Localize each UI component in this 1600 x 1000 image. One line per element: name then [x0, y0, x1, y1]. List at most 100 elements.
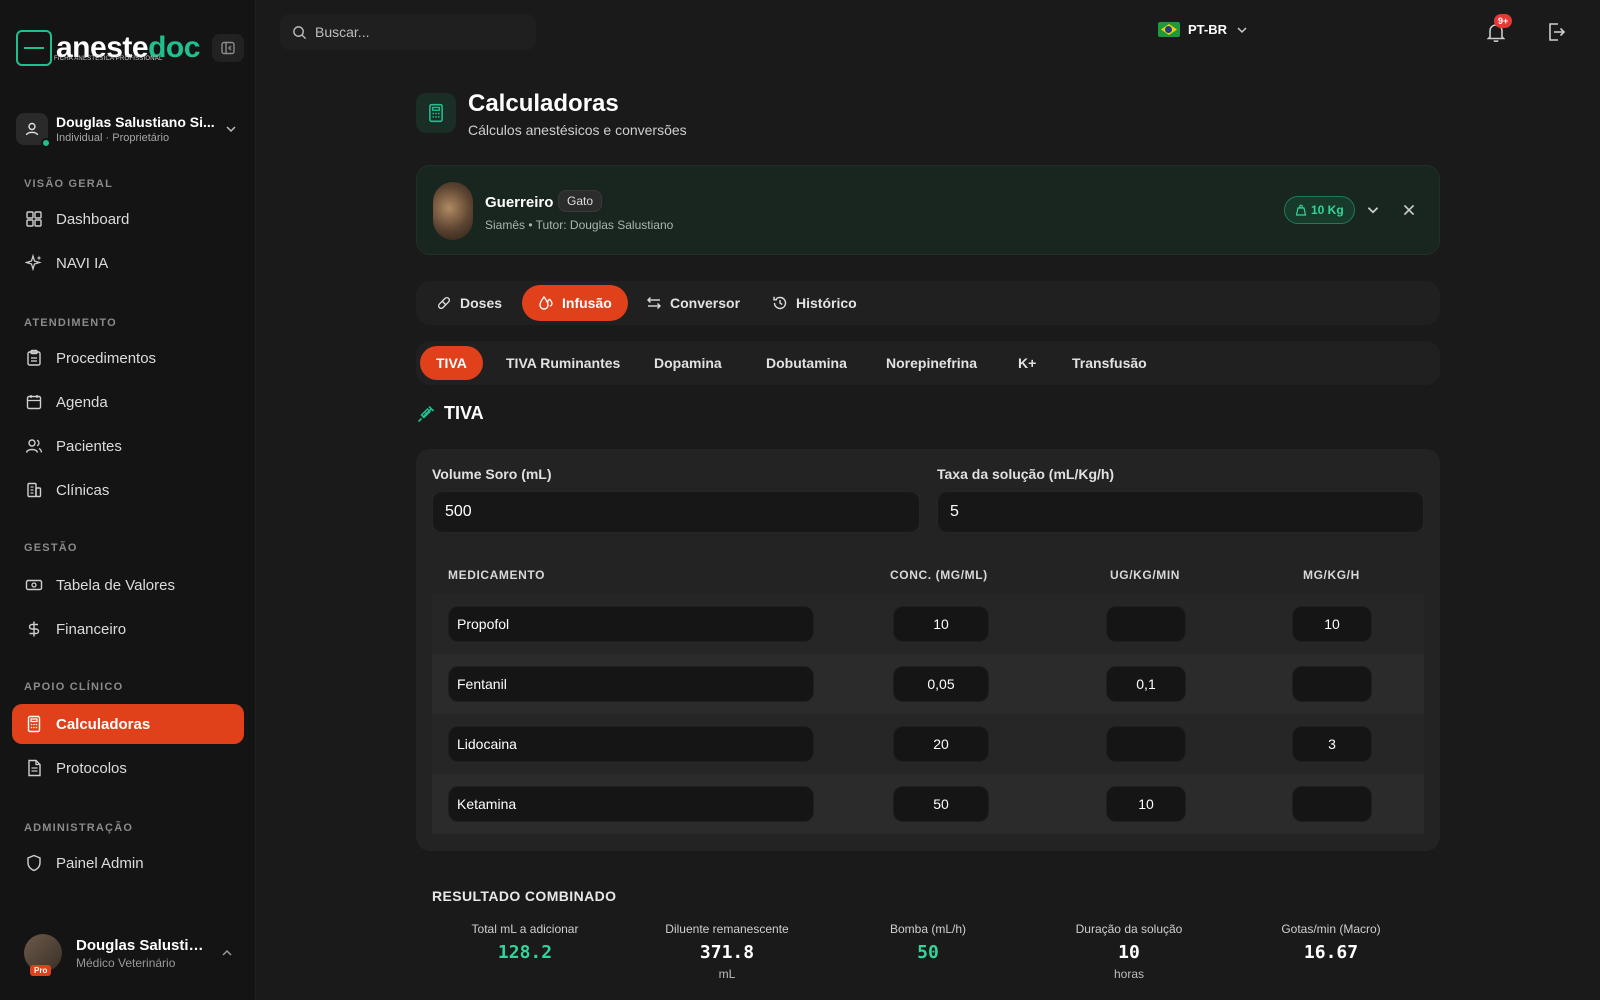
- rate-input[interactable]: 5: [937, 491, 1424, 533]
- collapse-sidebar-button[interactable]: [212, 34, 244, 62]
- banknote-icon: [24, 575, 44, 595]
- result-value: 10: [1118, 942, 1140, 963]
- shield-icon: [24, 853, 44, 873]
- logo-mark-icon: [16, 30, 52, 66]
- building-icon: [24, 480, 44, 500]
- chevron-up-icon: [222, 949, 232, 956]
- sidebar-item-protocolos[interactable]: Protocolos: [12, 748, 244, 788]
- user-role: Individual · Proprietário: [56, 132, 170, 144]
- tab-norepinefrina[interactable]: Norepinefrina: [870, 346, 993, 380]
- mgkgh-input[interactable]: 3: [1292, 726, 1372, 762]
- tab-dobutamina[interactable]: Dobutamina: [750, 346, 863, 380]
- weight-badge[interactable]: 10 Kg: [1284, 196, 1355, 224]
- tab-conversor[interactable]: Conversor: [630, 285, 756, 321]
- logout-icon[interactable]: [1544, 20, 1568, 44]
- sidebar-item-tabela-de-valores[interactable]: Tabela de Valores: [12, 565, 244, 605]
- concentration-input[interactable]: 50: [893, 786, 989, 822]
- calculator-icon: [429, 103, 443, 123]
- arrows-icon: [646, 295, 662, 311]
- tab-dopamina[interactable]: Dopamina: [638, 346, 738, 380]
- tab-label: Conversor: [670, 295, 741, 311]
- patient-details: Siamês • Tutor: Douglas Salustiano: [485, 218, 674, 232]
- medication-input[interactable]: Propofol: [448, 606, 814, 642]
- tab-label: Histórico: [796, 295, 857, 311]
- sidebar-item-agenda[interactable]: Agenda: [12, 382, 244, 422]
- search-input[interactable]: [315, 24, 515, 40]
- users-icon: [24, 436, 44, 456]
- mgkgh-input[interactable]: [1292, 786, 1372, 822]
- concentration-input[interactable]: 0,05: [893, 666, 989, 702]
- nav-section-apoio-clinico: APOIO CLÍNICO: [24, 681, 124, 693]
- sidebar-item-label: Procedimentos: [56, 349, 157, 367]
- tab-infusao[interactable]: Infusão: [522, 285, 628, 321]
- language-selector[interactable]: PT-BR: [1158, 22, 1249, 37]
- account-switcher[interactable]: Douglas Salustiano Si... Individual · Pr…: [16, 111, 246, 148]
- sidebar-item-financeiro[interactable]: Financeiro: [12, 609, 244, 649]
- ugkgmin-input[interactable]: [1106, 726, 1186, 762]
- sidebar-item-calculadoras[interactable]: Calculadoras: [12, 704, 244, 744]
- nav-section-gestao: GESTÃO: [24, 542, 78, 554]
- tab-historico[interactable]: Histórico: [756, 285, 873, 321]
- tab-transfusao[interactable]: Transfusão: [1056, 346, 1163, 380]
- results-title: RESULTADO COMBINADO: [432, 888, 617, 904]
- logo-subtitle: FICHA ANESTÉSICA PROFISSIONAL: [54, 56, 163, 62]
- tab-potassio[interactable]: K+: [1002, 346, 1052, 380]
- avatar: Pro: [24, 934, 62, 976]
- profile-menu[interactable]: Pro Douglas Salustia... Médico Veterinár…: [24, 933, 236, 976]
- sidebar-item-clinicas[interactable]: Clínicas: [12, 470, 244, 510]
- sparkles-icon: [24, 253, 44, 273]
- sidebar-item-procedimentos[interactable]: Procedimentos: [12, 338, 244, 378]
- ugkgmin-input[interactable]: 10: [1106, 786, 1186, 822]
- tab-label: Doses: [460, 295, 503, 311]
- concentration-input[interactable]: 10: [893, 606, 989, 642]
- volume-input[interactable]: 500: [432, 491, 920, 533]
- sidebar-item-label: Clínicas: [56, 481, 110, 499]
- sidebar-collapse-icon: [221, 41, 235, 55]
- brazil-flag-icon: [1158, 22, 1180, 37]
- droplets-icon: [538, 295, 554, 311]
- sidebar-item-pacientes[interactable]: Pacientes: [12, 426, 244, 466]
- section-title-text: TIVA: [444, 403, 484, 423]
- mgkgh-input[interactable]: 10: [1292, 606, 1372, 642]
- result-value: 50: [917, 942, 939, 963]
- sidebar-item-label: Painel Admin: [56, 854, 144, 872]
- sidebar-item-dashboard[interactable]: Dashboard: [12, 199, 244, 239]
- chevron-down-icon[interactable]: [1365, 202, 1381, 218]
- logo[interactable]: anestedoc FICHA ANESTÉSICA PROFISSIONAL: [16, 30, 200, 66]
- mgkgh-input[interactable]: [1292, 666, 1372, 702]
- search-icon: [293, 25, 307, 39]
- sidebar-item-label: Calculadoras: [56, 715, 151, 733]
- medication-input[interactable]: Lidocaina: [448, 726, 814, 762]
- search-bar[interactable]: [280, 14, 536, 50]
- ugkgmin-input[interactable]: [1106, 606, 1186, 642]
- nav-section-visao-geral: VISÃO GERAL: [24, 178, 113, 190]
- medication-input[interactable]: Ketamina: [448, 786, 814, 822]
- result-value: 16.67: [1303, 942, 1359, 963]
- tab-doses[interactable]: Doses: [420, 285, 518, 321]
- page-subtitle: Cálculos anestésicos e conversões: [468, 122, 687, 138]
- sidebar: anestedoc FICHA ANESTÉSICA PROFISSIONAL …: [0, 0, 256, 1000]
- file-icon: [24, 758, 44, 778]
- tab-tiva[interactable]: TIVA: [420, 346, 483, 380]
- close-icon[interactable]: [1401, 202, 1417, 218]
- rate-label: Taxa da solução (mL/Kg/h): [937, 466, 1115, 482]
- sidebar-item-painel-admin[interactable]: Painel Admin: [12, 843, 244, 883]
- nav-section-atendimento: ATENDIMENTO: [24, 317, 117, 329]
- medication-input[interactable]: Fentanil: [448, 666, 814, 702]
- sidebar-item-label: Agenda: [56, 393, 108, 411]
- user-icon: [25, 122, 39, 136]
- profile-role: Médico Veterinário: [76, 955, 176, 970]
- result-unit: horas: [1113, 967, 1145, 981]
- dollar-icon: [24, 619, 44, 639]
- sidebar-item-navi-ia[interactable]: NAVI IA: [12, 243, 244, 283]
- result-label: Duração da solução: [1075, 922, 1183, 936]
- result-gotas: Gotas/min (Macro) 16.67: [1231, 922, 1431, 963]
- result-label: Gotas/min (Macro): [1281, 922, 1381, 936]
- patient-card: Guerreiro Gato Siamês • Tutor: Douglas S…: [416, 165, 1440, 255]
- tab-tiva-ruminantes[interactable]: TIVA Ruminantes: [490, 346, 636, 380]
- column-header-ugkgmin: UG/KG/MIN: [1110, 568, 1181, 582]
- concentration-input[interactable]: 20: [893, 726, 989, 762]
- result-value: 371.8: [699, 942, 755, 963]
- online-status-dot: [41, 138, 51, 148]
- ugkgmin-input[interactable]: 0,1: [1106, 666, 1186, 702]
